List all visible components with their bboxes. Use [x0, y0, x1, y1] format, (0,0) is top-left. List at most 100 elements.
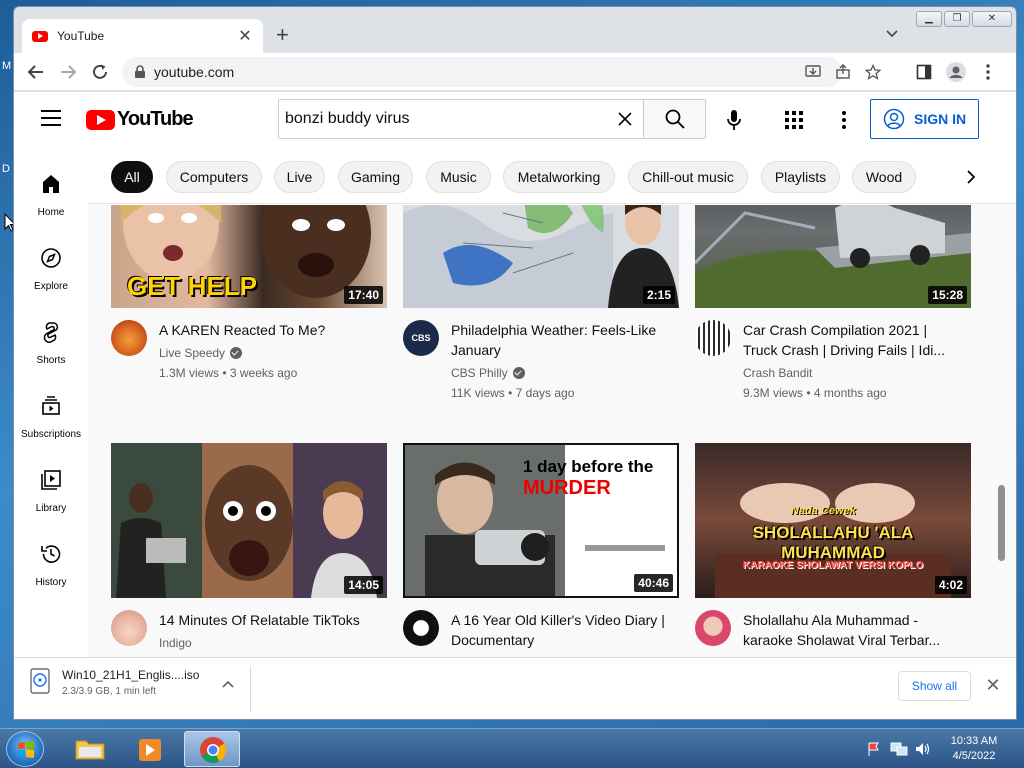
chips-next-button[interactable]: [956, 162, 986, 192]
network-icon[interactable]: [890, 741, 908, 757]
start-button[interactable]: [6, 731, 44, 767]
chevron-up-icon[interactable]: [222, 680, 234, 688]
tab-search-chevron-icon[interactable]: [884, 25, 900, 41]
chip-computers[interactable]: Computers: [166, 161, 262, 193]
video-title[interactable]: Car Crash Compilation 2021 | Truck Crash…: [743, 320, 963, 360]
bookmark-star-icon[interactable]: [865, 64, 881, 80]
restore-button[interactable]: ❐: [944, 11, 970, 27]
folder-icon: [75, 740, 105, 760]
channel-avatar[interactable]: [111, 320, 147, 356]
tab-youtube[interactable]: YouTube ✕: [22, 19, 263, 53]
video-title[interactable]: Sholallahu Ala Muhammad - karaoke Sholaw…: [743, 610, 963, 650]
settings-more-button[interactable]: [834, 108, 854, 132]
reload-button[interactable]: [90, 62, 110, 82]
address-bar[interactable]: youtube.com: [122, 57, 881, 87]
show-all-downloads-button[interactable]: Show all: [898, 671, 971, 701]
apps-grid-icon[interactable]: [784, 110, 804, 130]
taskbar-media-player[interactable]: [122, 731, 178, 767]
page-scrollbar[interactable]: [998, 485, 1005, 561]
sidebar-item-subscriptions[interactable]: Subscriptions: [14, 394, 88, 440]
new-tab-button[interactable]: +: [276, 24, 289, 46]
search-button[interactable]: [643, 99, 706, 139]
chip-wood[interactable]: Wood: [852, 161, 916, 193]
video-meta: A 16 Year Old Killer's Video Diary | Doc…: [403, 598, 679, 657]
chip-all[interactable]: All: [111, 161, 153, 193]
back-button[interactable]: [26, 62, 46, 82]
clock[interactable]: 10:33 AM 4/5/2022: [944, 734, 1004, 764]
tab-close-icon[interactable]: ✕: [237, 26, 253, 46]
video-duration: 14:05: [344, 576, 383, 594]
sign-in-button[interactable]: SIGN IN: [870, 99, 979, 139]
channel-name-row: Indigo: [159, 636, 192, 650]
video-card[interactable]: 2:15 CBS Philadelphia Weather: Feels-Lik…: [403, 205, 679, 400]
side-panel-button[interactable]: [914, 62, 934, 82]
chip-chill-out-music[interactable]: Chill-out music: [628, 161, 748, 193]
video-views: 9.3M views • 4 months ago: [743, 386, 887, 400]
share-icon[interactable]: [835, 64, 851, 80]
microphone-icon: [727, 110, 741, 130]
channel-avatar[interactable]: CBS: [403, 320, 439, 356]
sidebar-item-home[interactable]: Home: [14, 172, 88, 218]
search-box[interactable]: [278, 99, 644, 139]
taskbar-chrome[interactable]: [184, 731, 240, 767]
thumbnail-caption: 1 day before the: [523, 457, 654, 476]
close-download-shelf-icon[interactable]: ✕: [984, 676, 1002, 694]
channel-name[interactable]: Crash Bandit: [743, 366, 812, 380]
sidebar-item-shorts[interactable]: Shorts: [14, 320, 88, 366]
download-item[interactable]: Win10_21H1_Englis....iso 2.3/3.9 GB, 1 m…: [28, 668, 250, 710]
channel-avatar[interactable]: [111, 610, 147, 646]
channel-name[interactable]: Live Speedy: [159, 346, 225, 360]
video-thumbnail[interactable]: GET HELP 17:40: [111, 205, 387, 308]
chip-music[interactable]: Music: [426, 161, 491, 193]
video-card[interactable]: 1 day before the MURDER 40:46 A 16 Year …: [403, 443, 679, 657]
sidebar-item-history[interactable]: History: [14, 542, 88, 588]
volume-icon[interactable]: [914, 741, 930, 757]
video-title[interactable]: A 16 Year Old Killer's Video Diary | Doc…: [451, 610, 671, 650]
channel-name[interactable]: CBS Philly: [451, 366, 508, 380]
sidebar-item-label: Library: [35, 503, 67, 514]
channel-avatar[interactable]: [695, 610, 731, 646]
download-divider: [250, 666, 251, 712]
video-card[interactable]: 14:05 14 Minutes Of Relatable TikToks In…: [111, 443, 387, 657]
minimize-button[interactable]: ▁: [916, 11, 942, 27]
install-app-icon[interactable]: [805, 64, 821, 80]
browser-menu-button[interactable]: [978, 62, 998, 82]
chip-gaming[interactable]: Gaming: [338, 161, 413, 193]
voice-search-button[interactable]: [722, 108, 746, 132]
forward-arrow-icon: [61, 65, 77, 79]
thumbnail-caption: GET HELP: [127, 271, 258, 301]
clear-search-icon[interactable]: [613, 107, 637, 131]
video-thumbnail[interactable]: 15:28: [695, 205, 971, 308]
video-title[interactable]: A KAREN Reacted To Me?: [159, 320, 379, 340]
channel-avatar[interactable]: [695, 320, 731, 356]
video-card[interactable]: Nada Cewek SHOLALLAHU 'ALA MUHAMMAD KARA…: [695, 443, 971, 657]
video-title[interactable]: Philadelphia Weather: Feels-Like January: [451, 320, 671, 360]
taskbar-explorer[interactable]: [62, 731, 118, 767]
video-thumbnail[interactable]: 14:05: [111, 443, 387, 598]
youtube-logo[interactable]: YouTube: [86, 108, 194, 131]
chip-live[interactable]: Live: [274, 161, 325, 193]
video-thumbnail[interactable]: 2:15: [403, 205, 679, 308]
channel-name-row: Crash Bandit: [743, 366, 812, 380]
action-center-flag-icon[interactable]: [866, 741, 882, 757]
thumbnail-caption: KARAOKE SHOLAWAT VERSI KOPLO: [742, 560, 924, 571]
search-input[interactable]: [285, 110, 613, 128]
sidebar-item-library[interactable]: Library: [14, 468, 88, 514]
back-arrow-icon: [27, 65, 43, 79]
video-title[interactable]: 14 Minutes Of Relatable TikToks: [159, 610, 379, 630]
chip-metalworking[interactable]: Metalworking: [503, 161, 615, 193]
channel-name[interactable]: Indigo: [159, 636, 192, 650]
account-circle-icon: [883, 108, 905, 130]
youtube-page: YouTube bonzi buddy virus SIGN IN Home E…: [14, 92, 1016, 657]
channel-avatar[interactable]: [403, 610, 439, 646]
hamburger-menu-icon[interactable]: [41, 110, 61, 126]
profile-button[interactable]: [946, 62, 966, 82]
forward-button[interactable]: [58, 62, 78, 82]
video-card[interactable]: 15:28 Car Crash Compilation 2021 | Truck…: [695, 205, 971, 400]
video-thumbnail[interactable]: Nada Cewek SHOLALLAHU 'ALA MUHAMMAD KARA…: [695, 443, 971, 598]
video-card[interactable]: GET HELP 17:40 A KAREN Reacted To Me? Li…: [111, 205, 387, 398]
chip-playlists[interactable]: Playlists: [761, 161, 840, 193]
video-thumbnail[interactable]: 1 day before the MURDER 40:46: [403, 443, 679, 598]
close-window-button[interactable]: ✕: [972, 11, 1012, 27]
sidebar-item-explore[interactable]: Explore: [14, 246, 88, 292]
